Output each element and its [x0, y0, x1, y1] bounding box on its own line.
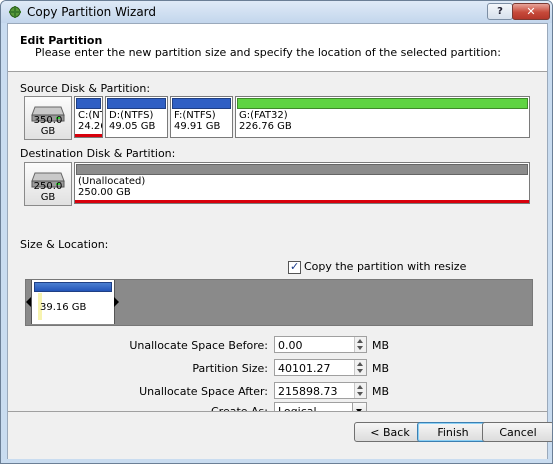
partition-size-label: Partition Size:: [192, 362, 268, 375]
destination-partition-unallocated[interactable]: (Unallocated) 250.00 GB: [74, 162, 530, 204]
partition-size: 49.91 GB: [174, 121, 221, 132]
source-partition-g[interactable]: G:(FAT32) 226.76 GB: [235, 96, 530, 138]
unit-label: MB: [372, 339, 390, 352]
finish-button[interactable]: Finish: [417, 422, 489, 442]
unallocate-after-label: Unallocate Space After:: [139, 385, 268, 398]
spin-down-icon[interactable]: [357, 346, 363, 350]
partition-name: D:(NTFS): [109, 110, 154, 121]
copy-with-resize-label[interactable]: Copy the partition with resize: [304, 260, 466, 273]
destination-disk[interactable]: 250.0 GB: [24, 162, 72, 206]
right-resize-handle[interactable]: [114, 297, 119, 307]
slider-partition-size: 39.16 GB: [40, 302, 87, 313]
source-disk[interactable]: 350.0 GB: [24, 96, 72, 140]
destination-disk-label: Destination Disk & Partition:: [20, 147, 176, 160]
partition-bar: [34, 282, 112, 292]
partition-size: 24.26 GB: [78, 121, 102, 132]
partition-name: C:(NTFS): [78, 110, 102, 121]
source-partition-f[interactable]: F:(NTFS) 49.91 GB: [170, 96, 233, 138]
spin-arrows[interactable]: [354, 383, 366, 398]
partition-slider-block[interactable]: 39.16 GB: [31, 280, 115, 324]
partition-bar: [76, 98, 101, 109]
size-location-slider[interactable]: 39.16 GB: [25, 279, 533, 326]
wizard-body: Edit Partition Please enter the new part…: [7, 23, 552, 459]
wizard-content: Source Disk & Partition: 350.0 GB C:(NTF…: [8, 71, 547, 419]
partition-bar: [107, 98, 166, 109]
unallocate-after-input[interactable]: 215898.73: [274, 382, 367, 399]
selected-indicator: [75, 134, 102, 137]
partition-size-value[interactable]: 40101.27: [278, 362, 331, 375]
unallocate-before-value[interactable]: 0.00: [278, 339, 303, 352]
back-button[interactable]: < Back: [354, 422, 426, 442]
partition-size: 49.05 GB: [109, 121, 156, 132]
copy-with-resize-checkbox[interactable]: ✓: [288, 260, 301, 274]
spin-arrows[interactable]: [354, 360, 366, 375]
unallocate-before-input[interactable]: 0.00: [274, 336, 367, 353]
close-button[interactable]: ✕: [512, 3, 550, 20]
spin-up-icon[interactable]: [357, 339, 363, 343]
selected-indicator: [75, 200, 529, 203]
spin-up-icon[interactable]: [357, 385, 363, 389]
partition-bar: [76, 164, 528, 175]
wizard-footer: < Back Finish Cancel: [8, 411, 552, 459]
source-partition-d[interactable]: D:(NTFS) 49.05 GB: [105, 96, 168, 138]
window-title: Copy Partition Wizard: [27, 5, 157, 19]
partition-size: 250.00 GB: [78, 187, 131, 198]
unallocate-before-label: Unallocate Space Before:: [129, 339, 268, 352]
title-bar[interactable]: Copy Partition Wizard ? ✕: [1, 1, 552, 23]
partition-size-input[interactable]: 40101.27: [274, 359, 367, 376]
partition-name: G:(FAT32): [239, 110, 288, 121]
spin-down-icon[interactable]: [357, 369, 363, 373]
wizard-app-icon: [9, 6, 21, 18]
partition-bar: [237, 98, 528, 109]
cancel-button[interactable]: Cancel: [482, 422, 552, 442]
source-disk-label: Source Disk & Partition:: [20, 82, 151, 95]
partition-bar: [172, 98, 231, 109]
wizard-header: Edit Partition Please enter the new part…: [8, 24, 547, 69]
unit-label: MB: [372, 385, 390, 398]
partition-name: F:(NTFS): [174, 110, 216, 121]
help-button[interactable]: ?: [487, 3, 513, 20]
partition-name: (Unallocated): [78, 176, 146, 187]
size-location-label: Size & Location:: [20, 238, 109, 251]
source-disk-size: 350.0 GB: [33, 115, 63, 137]
spin-arrows[interactable]: [354, 337, 366, 352]
spin-down-icon[interactable]: [357, 392, 363, 396]
destination-disk-size: 250.0 GB: [33, 181, 63, 203]
page-subtitle: Please enter the new partition size and …: [35, 46, 501, 59]
source-partition-c[interactable]: C:(NTFS) 24.26 GB: [74, 96, 103, 138]
copy-partition-wizard-window: Copy Partition Wizard ? ✕ Edit Partition…: [0, 0, 553, 464]
unit-label: MB: [372, 362, 390, 375]
spin-up-icon[interactable]: [357, 362, 363, 366]
partition-size: 226.76 GB: [239, 121, 292, 132]
unallocate-after-value[interactable]: 215898.73: [278, 385, 338, 398]
checkmark-icon: ✓: [290, 260, 300, 273]
